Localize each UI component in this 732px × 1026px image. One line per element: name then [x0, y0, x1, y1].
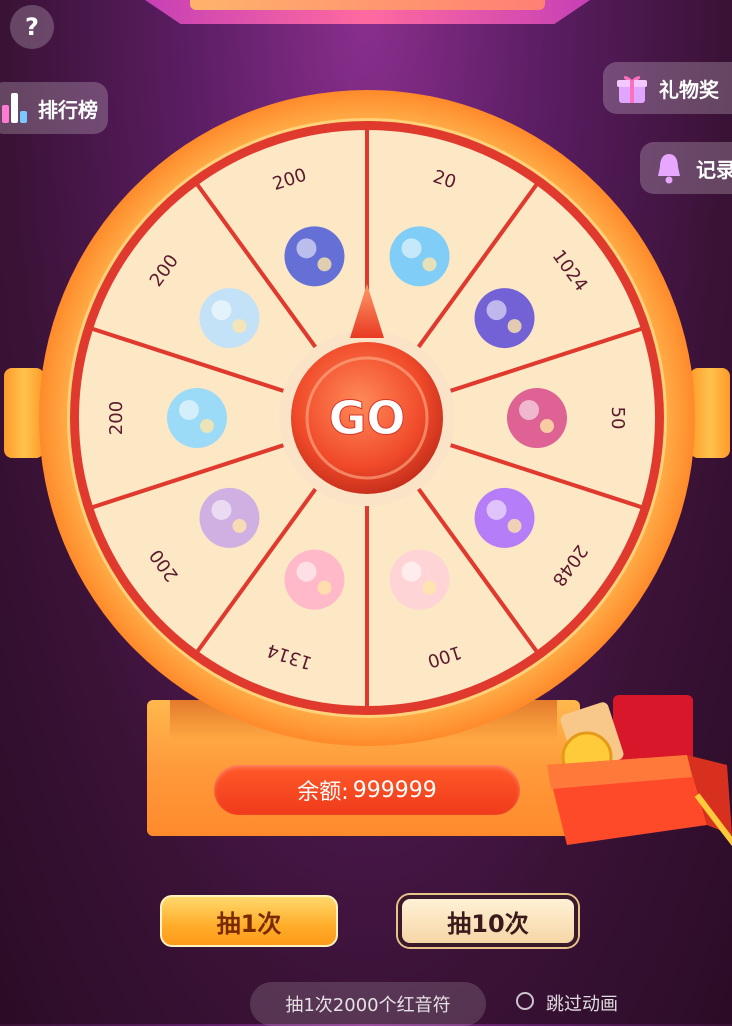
prize-value-label: 50 [607, 407, 628, 430]
draw-once-button[interactable]: 抽1次 [160, 895, 338, 947]
draw-ten-button[interactable]: 抽10次 [398, 895, 578, 947]
candy-castle-gift-icon [284, 549, 345, 610]
balance-label: 余额: [297, 780, 349, 805]
blue-feather-gift-icon [389, 226, 450, 287]
portrait-badge-gift-icon [507, 388, 567, 448]
prize-value-label: 200 [106, 401, 127, 435]
heart-bow-gift-icon [474, 487, 535, 548]
crystal-fish-gift-icon [167, 388, 227, 448]
balance-display: 余额: 999999 [214, 765, 520, 815]
galaxy-jellyfish-gift-icon [474, 288, 535, 349]
draw-cost-text: 抽1次2000个红音符 [250, 982, 486, 1026]
crown-ring-gift-icon [389, 549, 450, 610]
ocean-friends-gift-icon [199, 288, 260, 349]
skip-animation-radio[interactable] [516, 992, 534, 1010]
seashell-gift-icon [199, 487, 260, 548]
red-envelope-gift-box-icon [547, 695, 732, 847]
prize-wheel: 2010245020481001314200200200200 GO [39, 90, 695, 746]
skip-animation-label[interactable]: 跳过动画 [546, 990, 618, 1016]
go-button-label[interactable]: GO [328, 391, 406, 446]
carousel-castle-gift-icon [284, 226, 345, 287]
balance-value: 999999 [352, 777, 437, 803]
